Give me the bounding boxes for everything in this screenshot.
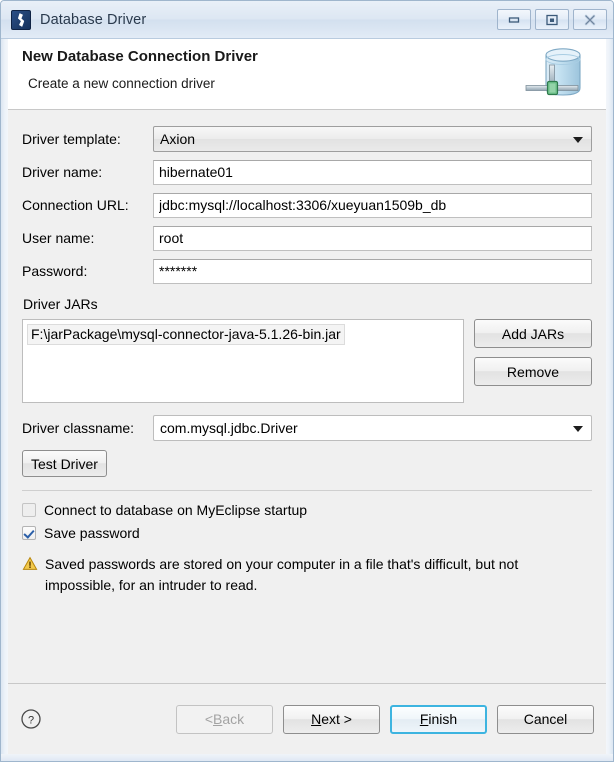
test-driver-button[interactable]: Test Driver [22,450,107,477]
driver-name-row: Driver name: [22,159,592,185]
maximize-icon [546,14,558,25]
maximize-button[interactable] [535,9,569,30]
window-frame-bottom [1,754,613,761]
wizard-header: New Database Connection Driver Create a … [8,39,606,109]
list-item[interactable]: F:\jarPackage\mysql-connector-java-5.1.2… [27,324,345,345]
user-name-control [153,225,592,251]
password-input[interactable] [153,258,592,284]
save-password-row[interactable]: Save password [22,525,592,541]
user-name-input[interactable] [153,225,592,251]
warning-icon [22,556,38,570]
driver-jars-label: Driver JARs [23,296,98,312]
finish-button-suffix: inish [428,711,458,727]
driver-template-label: Driver template: [22,131,121,147]
password-warning: Saved passwords are stored on your compu… [22,554,592,596]
driver-name-label: Driver name: [22,164,103,180]
user-name-label: User name: [22,230,95,246]
database-driver-dialog: Database Driver New Database Connection … [0,0,614,762]
driver-template-control: Axion [153,126,592,152]
driver-jars-area: F:\jarPackage\mysql-connector-java-5.1.2… [22,319,592,403]
close-icon [584,14,596,25]
cancel-button[interactable]: Cancel [497,704,594,734]
driver-template-select[interactable]: Axion [153,126,592,152]
password-control [153,258,592,284]
next-button[interactable]: Next > [283,704,380,734]
next-button-suffix: ext > [321,711,352,727]
next-button-mnemonic: N [311,711,322,727]
driver-name-input[interactable] [153,159,592,185]
add-jars-button[interactable]: Add JARs [474,319,592,348]
close-button[interactable] [573,9,607,30]
database-connection-icon [525,48,581,96]
window-title: Database Driver [40,11,147,28]
dialog-body: Driver template: Axion Driver name: Conn… [8,110,606,683]
cancel-button-suffix: Cancel [523,711,568,727]
driver-jars-buttons: Add JARs Remove [474,319,592,386]
driver-classname-control: com.mysql.jdbc.Driver [153,415,592,441]
remove-jar-button[interactable]: Remove [474,357,592,386]
driver-classname-label: Driver classname: [22,420,135,436]
back-button[interactable]: < Back [176,704,273,734]
connect-on-startup-checkbox[interactable] [22,503,36,517]
page-title: New Database Connection Driver [22,48,258,65]
connection-url-control [153,192,592,218]
driver-template-value: Axion [160,131,196,147]
dialog-footer: ? < Back Next > Finish Cancel [8,683,606,754]
window-frame-right [606,1,613,761]
window-frame-left [1,1,8,761]
driver-jars-list[interactable]: F:\jarPackage\mysql-connector-java-5.1.2… [22,319,464,403]
save-password-label: Save password [44,525,140,541]
user-name-row: User name: [22,225,592,251]
finish-button-mnemonic: F [419,711,429,727]
myeclipse-icon [11,9,31,30]
connect-on-startup-label: Connect to database on MyEclipse startup [44,502,308,518]
back-button-mnemonic: B [213,711,223,727]
minimize-button[interactable] [497,9,531,30]
driver-template-row: Driver template: Axion [22,126,592,152]
help-icon[interactable]: ? [20,708,42,730]
driver-name-control [153,159,592,185]
chevron-down-icon [573,426,583,432]
title-bar: Database Driver [1,1,613,39]
options-separator [22,490,592,491]
test-driver-row: Test Driver [22,450,592,477]
save-password-checkbox[interactable] [22,526,36,540]
driver-classname-value: com.mysql.jdbc.Driver [160,420,298,436]
finish-button[interactable]: Finish [390,704,487,734]
password-warning-text: Saved passwords are stored on your compu… [45,556,519,593]
password-label: Password: [22,263,88,279]
svg-text:?: ? [28,715,34,727]
password-row: Password: [22,258,592,284]
back-button-prefix: < [204,711,214,727]
connection-url-input[interactable] [153,192,592,218]
driver-classname-select[interactable]: com.mysql.jdbc.Driver [153,415,592,441]
connection-url-label: Connection URL: [22,197,129,213]
back-button-suffix: ack [222,711,245,727]
chevron-down-icon [573,137,583,143]
driver-classname-row: Driver classname: com.mysql.jdbc.Driver [22,415,592,441]
connection-url-row: Connection URL: [22,192,592,218]
connect-on-startup-row[interactable]: Connect to database on MyEclipse startup [22,502,592,518]
minimize-icon [508,16,520,23]
